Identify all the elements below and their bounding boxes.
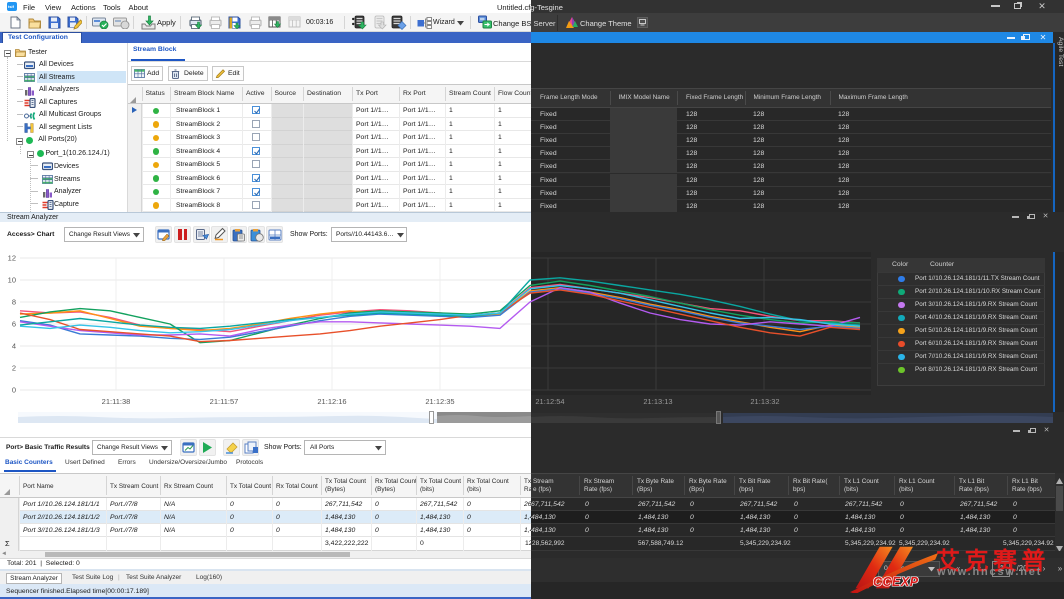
svg-text:21:13:32: 21:13:32 bbox=[750, 397, 779, 406]
svg-text:21:12:16: 21:12:16 bbox=[317, 397, 346, 406]
svg-text:8: 8 bbox=[12, 298, 16, 307]
svg-text:2: 2 bbox=[12, 364, 16, 373]
svg-text:12: 12 bbox=[8, 254, 16, 263]
svg-text:21:12:54: 21:12:54 bbox=[535, 397, 564, 406]
svg-text:21:12:35: 21:12:35 bbox=[425, 397, 454, 406]
svg-text:4: 4 bbox=[12, 342, 16, 351]
svg-text:6: 6 bbox=[12, 320, 16, 329]
svg-text:21:13:13: 21:13:13 bbox=[643, 397, 672, 406]
svg-text:0: 0 bbox=[12, 386, 16, 395]
svg-text:21:11:57: 21:11:57 bbox=[210, 397, 239, 406]
svg-text:10: 10 bbox=[8, 276, 16, 285]
svg-text:21:11:38: 21:11:38 bbox=[102, 397, 131, 406]
